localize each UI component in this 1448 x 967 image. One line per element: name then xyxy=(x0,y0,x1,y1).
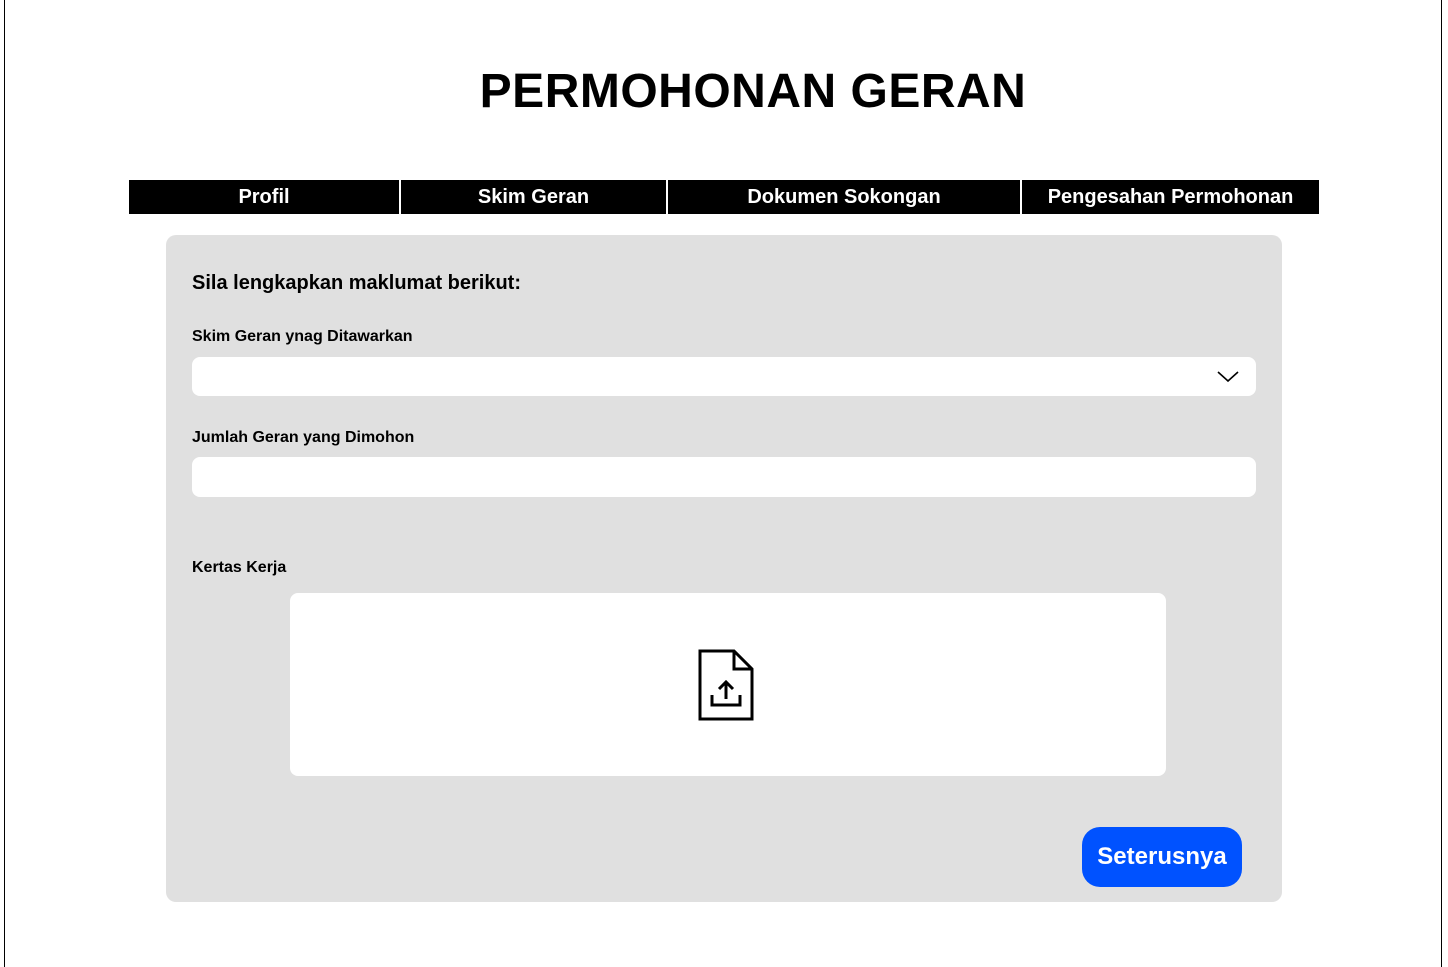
file-upload-icon xyxy=(698,649,754,721)
tab-dokumen-sokongan[interactable]: Dokumen Sokongan xyxy=(666,180,1020,214)
chevron-down-icon xyxy=(1217,371,1239,383)
kertas-kerja-upload-area[interactable] xyxy=(290,593,1166,776)
form-panel: Sila lengkapkan maklumat berikut: Skim G… xyxy=(166,235,1282,902)
skim-geran-select[interactable] xyxy=(192,357,1256,396)
tab-pengesahan-permohonan[interactable]: Pengesahan Permohonan xyxy=(1020,180,1319,214)
skim-geran-label: Skim Geran ynag Ditawarkan xyxy=(192,328,413,345)
kertas-kerja-label: Kertas Kerja xyxy=(192,559,287,576)
page-title: PERMOHONAN GERAN xyxy=(479,65,1027,118)
jumlah-geran-label: Jumlah Geran yang Dimohon xyxy=(192,429,415,446)
seterusnya-button[interactable]: Seterusnya xyxy=(1082,827,1242,887)
tab-profil[interactable]: Profil xyxy=(129,180,399,214)
jumlah-geran-input[interactable] xyxy=(192,457,1256,497)
form-instructions: Sila lengkapkan maklumat berikut: xyxy=(192,272,521,294)
step-tabs: Profil Skim Geran Dokumen Sokongan Penge… xyxy=(129,180,1319,214)
tab-skim-geran[interactable]: Skim Geran xyxy=(399,180,666,214)
